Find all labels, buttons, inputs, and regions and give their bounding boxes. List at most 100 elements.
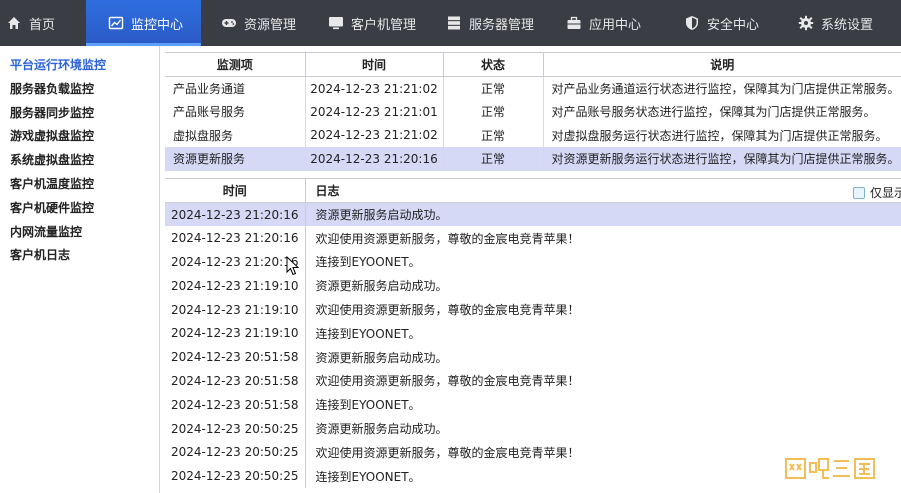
cell-item: 产品业务通道 <box>165 76 306 100</box>
column-header-log-time[interactable]: 时间 <box>165 178 306 203</box>
sidebar-item-client-log[interactable]: 客户机日志 <box>0 244 159 268</box>
log-time: 2024-12-23 20:51:58 <box>165 369 306 393</box>
shield-icon <box>686 16 698 30</box>
toolbox-icon <box>567 16 581 29</box>
sidebar-item-server-sync[interactable]: 服务器同步监控 <box>0 102 159 126</box>
log-row[interactable]: 2024-12-23 21:20:16 连接到EYOONET。 <box>165 250 901 274</box>
cell-time: 2024-12-23 21:21:02 <box>305 123 444 147</box>
cell-status: 正常 <box>443 147 544 171</box>
top-nav: 首页 监控中心 资源管理 客户机管理 服务器管理 应用中心 安全中心 系统设置 <box>0 0 901 46</box>
monitor-chart-icon <box>108 16 124 30</box>
table-row[interactable]: 产品账号服务 2024-12-23 21:21:01 正常 对产品账号服务状态进… <box>165 100 901 124</box>
server-icon <box>448 16 460 30</box>
table-header-row: 监测项 时间 状态 说明 <box>165 52 901 77</box>
log-time: 2024-12-23 21:20:16 <box>165 202 306 227</box>
nav-system-settings[interactable]: 系统设置 <box>776 0 901 46</box>
cell-desc: 对产品业务通道运行状态进行监控，保障其为门店提供正常服务。 <box>551 82 900 96</box>
nav-label: 服务器管理 <box>469 17 535 33</box>
nav-label: 监控中心 <box>131 17 184 33</box>
nav-label: 安全中心 <box>707 17 760 33</box>
cell-status: 正常 <box>443 100 544 124</box>
show-only-filter[interactable]: 仅显示 <box>853 184 901 201</box>
monitor-table: 监测项 时间 状态 说明 产品业务通道 2024-12-23 21:21:02 … <box>165 52 901 171</box>
table-row[interactable]: 虚拟盘服务 2024-12-23 21:21:02 正常 对虚拟盘服务运行状态进… <box>165 123 901 147</box>
nav-server-mgmt[interactable]: 服务器管理 <box>426 0 546 46</box>
cell-item: 虚拟盘服务 <box>165 123 306 147</box>
log-row[interactable]: 2024-12-23 21:20:16 欢迎使用资源更新服务，尊敬的金宸电竞青苹果… <box>165 226 901 251</box>
table-row[interactable]: 产品业务通道 2024-12-23 21:21:02 正常 对产品业务通道运行状… <box>165 76 901 100</box>
cell-time: 2024-12-23 21:21:02 <box>305 76 444 100</box>
log-text: 欢迎使用资源更新服务，尊敬的金宸电竞青苹果！ <box>315 303 580 318</box>
show-only-checkbox[interactable] <box>853 186 865 199</box>
sidebar-item-game-vdisk[interactable]: 游戏虚拟盘监控 <box>0 125 159 149</box>
nav-label: 客户机管理 <box>351 17 417 33</box>
log-time: 2024-12-23 21:20:16 <box>165 250 306 274</box>
mouse-cursor-icon <box>286 256 300 276</box>
table-header-row: 时间 日志 <box>165 178 901 203</box>
gear-icon <box>798 15 814 31</box>
log-time: 2024-12-23 21:19:10 <box>165 297 306 322</box>
log-row[interactable]: 2024-12-23 20:50:25 资源更新服务启动成功。 <box>165 416 901 441</box>
nav-label: 应用中心 <box>589 17 642 33</box>
column-header-time[interactable]: 时间 <box>305 52 444 77</box>
column-header-status[interactable]: 状态 <box>443 52 544 77</box>
monitor-icon <box>329 17 343 30</box>
sidebar: 平台运行环境监控 服务器负载监控 服务器同步监控 游戏虚拟盘监控 系统虚拟盘监控… <box>0 46 160 493</box>
log-time: 2024-12-23 21:19:10 <box>165 321 306 346</box>
log-time: 2024-12-23 20:51:58 <box>165 392 306 417</box>
nav-label: 首页 <box>29 17 56 33</box>
nav-label: 资源管理 <box>244 17 297 33</box>
nav-home[interactable]: 首页 <box>0 0 86 46</box>
log-time: 2024-12-23 21:19:10 <box>165 273 306 298</box>
log-text: 资源更新服务启动成功。 <box>315 350 448 365</box>
log-text: 资源更新服务启动成功。 <box>315 279 448 294</box>
gamepad-icon <box>222 19 236 27</box>
nav-app-center[interactable]: 应用中心 <box>546 0 662 46</box>
log-table: 时间 日志 2024-12-23 21:20:16 资源更新服务启动成功。 202… <box>165 178 901 489</box>
log-row[interactable]: 2024-12-23 21:19:10 连接到EYOONET。 <box>165 321 901 346</box>
nav-label: 系统设置 <box>821 17 874 33</box>
log-row-selected[interactable]: 2024-12-23 21:20:16 资源更新服务启动成功。 <box>165 202 901 227</box>
log-text: 欢迎使用资源更新服务，尊敬的金宸电竞青苹果！ <box>315 374 580 389</box>
log-time: 2024-12-23 20:50:25 <box>165 440 306 465</box>
cell-time: 2024-12-23 21:21:01 <box>305 100 444 124</box>
log-time: 2024-12-23 21:20:16 <box>165 226 306 251</box>
log-text: 欢迎使用资源更新服务，尊敬的金宸电竞青苹果！ <box>315 231 580 246</box>
column-header-item[interactable]: 监测项 <box>165 52 306 77</box>
watermark-logo <box>785 458 875 479</box>
nav-client-mgmt[interactable]: 客户机管理 <box>308 0 426 46</box>
home-icon <box>8 17 20 29</box>
sidebar-item-platform-env[interactable]: 平台运行环境监控 <box>0 54 159 78</box>
nav-monitor-center[interactable]: 监控中心 <box>86 0 201 46</box>
column-header-desc[interactable]: 说明 <box>543 52 901 77</box>
column-header-log[interactable]: 日志 <box>305 178 901 203</box>
log-text: 资源更新服务启动成功。 <box>305 202 901 227</box>
log-text: 连接到EYOONET。 <box>315 326 421 341</box>
sidebar-item-server-load[interactable]: 服务器负载监控 <box>0 78 159 102</box>
log-row[interactable]: 2024-12-23 20:51:58 连接到EYOONET。 <box>165 392 901 417</box>
show-only-label: 仅显示 <box>870 186 901 200</box>
cell-item: 资源更新服务 <box>165 147 306 171</box>
sidebar-item-lan-traffic[interactable]: 内网流量监控 <box>0 221 159 245</box>
cell-desc: 对虚拟盘服务运行状态进行监控，保障其为门店提供正常服务。 <box>551 128 888 143</box>
cell-desc: 对资源更新服务运行状态进行监控，保障其为门店提供正常服务。 <box>543 147 901 171</box>
log-text: 资源更新服务启动成功。 <box>315 422 448 437</box>
log-time: 2024-12-23 20:51:58 <box>165 345 306 370</box>
cell-item: 产品账号服务 <box>165 100 306 124</box>
nav-security-center[interactable]: 安全中心 <box>662 0 776 46</box>
sidebar-item-system-vdisk[interactable]: 系统虚拟盘监控 <box>0 149 159 173</box>
sidebar-item-client-temp[interactable]: 客户机温度监控 <box>0 173 159 197</box>
sidebar-item-client-hardware[interactable]: 客户机硬件监控 <box>0 197 159 221</box>
log-text: 连接到EYOONET。 <box>315 398 421 413</box>
cell-desc: 对产品账号服务状态进行监控，保障其为门店提供正常服务。 <box>551 105 876 120</box>
cell-status: 正常 <box>443 76 544 100</box>
log-row[interactable]: 2024-12-23 21:19:10 资源更新服务启动成功。 <box>165 273 901 298</box>
log-row[interactable]: 2024-12-23 20:51:58 欢迎使用资源更新服务，尊敬的金宸电竞青苹果… <box>165 369 901 393</box>
log-row[interactable]: 2024-12-23 20:51:58 资源更新服务启动成功。 <box>165 345 901 370</box>
log-row[interactable]: 2024-12-23 21:19:10 欢迎使用资源更新服务，尊敬的金宸电竞青苹果… <box>165 297 901 322</box>
nav-resource-mgmt[interactable]: 资源管理 <box>201 0 308 46</box>
log-time: 2024-12-23 20:50:25 <box>165 464 306 489</box>
log-text: 连接到EYOONET。 <box>315 255 421 270</box>
table-row-selected[interactable]: 资源更新服务 2024-12-23 21:20:16 正常 对资源更新服务运行状… <box>165 147 901 171</box>
cell-status: 正常 <box>443 123 544 147</box>
